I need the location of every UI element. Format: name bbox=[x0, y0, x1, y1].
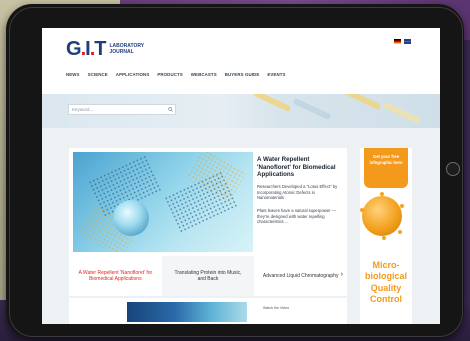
promo-strip[interactable]: Watch the Video bbox=[69, 298, 347, 324]
ad-text-line: Quality bbox=[370, 283, 402, 293]
nav-news[interactable]: NEWS bbox=[66, 72, 80, 77]
virus-spike bbox=[380, 192, 384, 196]
article-subtitle: Researchers Developed a "Lotus Effect" b… bbox=[257, 184, 338, 200]
nav-buyers-guide[interactable]: BUYERS GUIDE bbox=[225, 72, 260, 77]
article-title[interactable]: A Water Repellent 'Nanofloret' for Biome… bbox=[257, 156, 343, 179]
article-tabs: A Water Repellent 'Nanofloret' for Biome… bbox=[69, 256, 347, 296]
sidebar-ad[interactable]: Get your free infographic here Micro- bi… bbox=[360, 148, 412, 324]
featured-article[interactable]: A Water Repellent 'Nanofloret' for Biome… bbox=[69, 148, 347, 256]
search-banner: Keyword... bbox=[42, 94, 440, 128]
promo-image[interactable] bbox=[127, 302, 247, 322]
site-logo[interactable]: G.I.T LABORATORY JOURNAL bbox=[66, 38, 145, 60]
search-input[interactable]: Keyword... bbox=[68, 104, 176, 115]
de-flag-icon[interactable] bbox=[394, 39, 401, 44]
ad-badge-text: Get your free infographic here bbox=[369, 154, 403, 165]
tablet-screen: G.I.T LABORATORY JOURNAL NEWS SCIENCE AP… bbox=[42, 28, 440, 324]
nav-products[interactable]: PRODUCTS bbox=[157, 72, 182, 77]
banner-decoration bbox=[252, 94, 292, 113]
article-teaser: Plant leaves have a natural superpower —… bbox=[257, 208, 336, 224]
article-hero-image[interactable] bbox=[73, 152, 253, 252]
site-header: G.I.T LABORATORY JOURNAL NEWS SCIENCE AP… bbox=[42, 28, 440, 94]
nav-webcasts[interactable]: WEBCASTS bbox=[191, 72, 217, 77]
tab-water-repellent[interactable]: A Water Repellent 'Nanofloret' for Biome… bbox=[69, 256, 162, 296]
virus-spike bbox=[398, 230, 402, 234]
search-icon[interactable] bbox=[168, 107, 173, 112]
nav-events[interactable]: EVENTS bbox=[267, 72, 285, 77]
virus-spike bbox=[382, 236, 386, 240]
gb-flag-icon[interactable] bbox=[404, 39, 411, 44]
nav-science[interactable]: SCIENCE bbox=[88, 72, 108, 77]
hero-droplet bbox=[113, 200, 149, 236]
home-button[interactable] bbox=[446, 162, 460, 176]
virus-illustration bbox=[362, 196, 402, 236]
ad-text-line: biological bbox=[364, 271, 407, 281]
tab-liquid-chromatography[interactable]: Advanced Liquid Chromatography bbox=[254, 256, 347, 296]
virus-spike bbox=[400, 204, 404, 208]
banner-decoration bbox=[292, 97, 332, 121]
ad-text-line: Control bbox=[370, 294, 402, 304]
language-switcher bbox=[394, 39, 411, 44]
nav-applications[interactable]: APPLICATIONS bbox=[116, 72, 150, 77]
ad-badge[interactable]: Get your free infographic here bbox=[364, 148, 408, 188]
promo-text: Watch the Video bbox=[263, 306, 290, 310]
logo-mark: G.I.T bbox=[66, 38, 106, 60]
search-placeholder: Keyword... bbox=[72, 107, 94, 112]
logo-subtitle: LABORATORY JOURNAL bbox=[109, 43, 145, 55]
chevron-right-icon[interactable]: › bbox=[341, 271, 343, 278]
ad-text-line: Micro- bbox=[372, 260, 400, 270]
main-nav: NEWS SCIENCE APPLICATIONS PRODUCTS WEBCA… bbox=[66, 72, 286, 77]
banner-decoration bbox=[382, 101, 422, 125]
banner-decoration bbox=[342, 94, 382, 111]
tab-protein-music[interactable]: Translating Protein into Music, and Back bbox=[161, 256, 255, 296]
main-content: A Water Repellent 'Nanofloret' for Biome… bbox=[42, 128, 440, 324]
virus-spike bbox=[360, 208, 364, 212]
